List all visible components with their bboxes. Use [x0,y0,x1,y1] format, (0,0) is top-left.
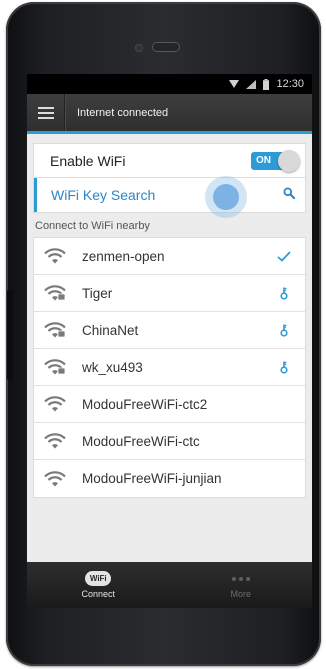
wifi-icon [44,248,68,264]
phone-frame: 12:30 Internet connected Enable WiFi ON … [6,2,321,666]
network-name: ModouFreeWiFi-junjian [82,471,222,486]
volume-button [7,290,13,380]
key-icon [275,361,293,374]
section-header: Connect to WiFi nearby [35,220,150,232]
key-icon [275,324,293,337]
menu-icon[interactable] [27,94,65,131]
tab-connect-label: Connect [81,589,116,599]
wifi-toggle[interactable]: ON [251,149,300,172]
network-name: ModouFreeWiFi-ctc2 [82,396,208,412]
key-icon [275,287,293,300]
network-name: Tiger [82,285,113,301]
wifi-key-search-label: WiFi Key Search [51,187,156,203]
wifi-icon [44,433,68,449]
network-name: wk_xu493 [82,359,143,375]
more-icon [231,571,250,586]
tab-more[interactable]: More [170,562,313,608]
wifi-icon [44,396,68,412]
wifi-key-search-row[interactable]: WiFi Key Search [34,176,305,218]
wifi-badge-icon: WiFi [85,571,112,586]
wifi-icon [44,470,68,487]
network-name: ModouFreeWiFi-ctc [82,433,200,449]
enable-wifi-row: Enable WiFi ON [34,144,305,178]
battery-icon [263,78,270,90]
network-row[interactable]: ModouFreeWiFi-junjian [34,460,305,497]
app-bar: Internet connected [27,94,312,134]
network-list: zenmen-open Tiger ChinaNet wk_xu493 Modo… [33,237,306,498]
bottom-tab-bar: WiFi Connect More [27,562,312,608]
front-camera [135,44,143,52]
network-row[interactable]: ModouFreeWiFi-ctc [34,423,305,460]
network-row[interactable]: Tiger [34,275,305,312]
clock: 12:30 [276,78,304,90]
main-content: Enable WiFi ON WiFi Key Search Connect t… [27,137,312,562]
tab-connect[interactable]: WiFi Connect [27,562,170,608]
network-row[interactable]: ChinaNet [34,312,305,349]
settings-card: Enable WiFi ON WiFi Key Search [33,143,306,218]
toggle-knob[interactable] [278,149,300,172]
status-bar: 12:30 [27,74,312,94]
signal-icon [246,79,257,89]
network-name: ChinaNet [82,322,139,338]
screen: 12:30 Internet connected Enable WiFi ON … [27,74,312,608]
checkmark-icon [275,250,293,262]
wifi-icon [44,322,68,338]
network-row[interactable]: wk_xu493 [34,349,305,386]
toggle-on-label: ON [256,155,271,166]
touch-indicator-core [213,184,239,210]
wifi-status-icon [229,80,240,88]
tab-more-label: More [230,589,251,599]
enable-wifi-label: Enable WiFi [50,152,126,169]
network-row[interactable]: zenmen-open [34,238,305,275]
network-row[interactable]: ModouFreeWiFi-ctc2 [34,386,305,423]
earpiece-speaker [152,42,180,52]
wifi-icon [44,285,68,301]
network-name: zenmen-open [82,248,165,264]
app-title: Internet connected [77,106,169,119]
search-icon[interactable] [283,186,296,204]
wifi-icon [44,359,68,375]
